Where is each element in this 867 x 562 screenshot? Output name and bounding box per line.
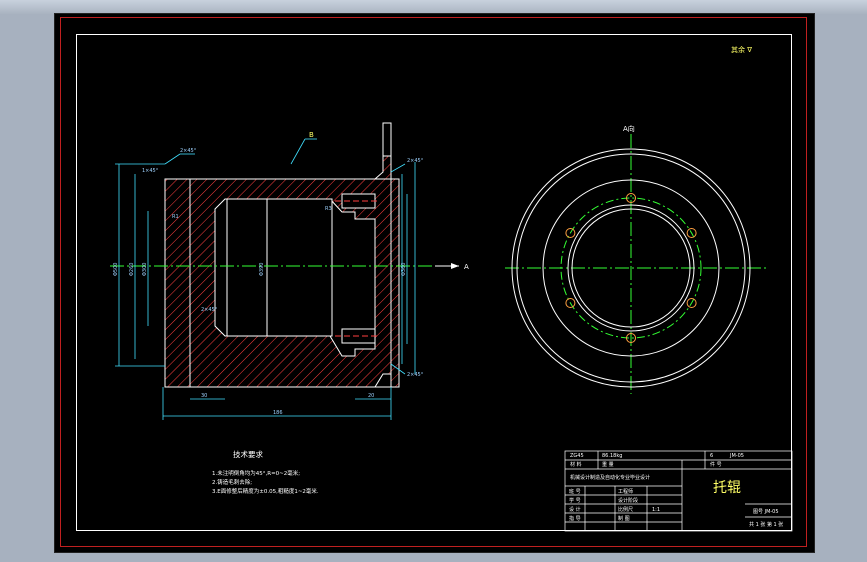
end-view: A向 bbox=[505, 124, 767, 394]
dim-r1: R1 bbox=[172, 214, 179, 220]
dim-chamfer-top: 2×45° bbox=[180, 148, 197, 154]
inner-bore bbox=[226, 198, 333, 337]
tb-row-weight: 重 量 bbox=[602, 461, 614, 468]
tb-count: 6 bbox=[710, 453, 713, 459]
dim-len-a: 30 bbox=[201, 393, 207, 399]
tb-weight: 86.18kg bbox=[602, 453, 622, 459]
tb-val4: 制 图 bbox=[618, 515, 630, 522]
top-toolbar-strip bbox=[0, 0, 867, 14]
cad-drawing: 其余 ∇ 2×45° 1×45° 2×45° 2×45° 2×45° B Φ50… bbox=[110, 45, 793, 532]
tb-drawing-no: JM-05 bbox=[729, 453, 744, 459]
tech-item-3: 3.E面修整后精度为±0.05,粗糙度1~2毫米. bbox=[212, 487, 319, 495]
tb-row-count: 件 号 bbox=[710, 461, 722, 468]
dim-d4: Φ390 bbox=[259, 263, 265, 276]
tech-item-2: 2.铸造毛刺去除; bbox=[212, 478, 252, 486]
dim-chamfer-bottom: 2×45° bbox=[407, 372, 424, 378]
dim-d3: Φ300 bbox=[142, 263, 148, 276]
dim-len-b: 20 bbox=[368, 393, 374, 399]
tb-role1: 班 号 bbox=[569, 488, 581, 495]
section-view: 2×45° 1×45° 2×45° 2×45° 2×45° B Φ500 Φ26… bbox=[110, 122, 469, 420]
tb-material: ZG45 bbox=[570, 453, 584, 459]
corner-roughness-note: 其余 ∇ bbox=[731, 45, 752, 54]
tb-sheet: 共 1 张 第 1 张 bbox=[749, 521, 783, 528]
tb-row-material: 材 料 bbox=[570, 461, 582, 468]
tech-title: 技术要求 bbox=[233, 449, 263, 459]
dim-d1: Φ500 bbox=[113, 263, 119, 276]
dim-r2: R3 bbox=[325, 206, 332, 212]
dim-d5: Φ360 bbox=[401, 263, 407, 276]
tb-val1: 工程师 bbox=[618, 488, 633, 495]
title-block bbox=[564, 450, 793, 532]
section-arrow-label: A bbox=[464, 263, 469, 271]
dim-d2: Φ260 bbox=[129, 263, 135, 276]
tb-role3: 设 计 bbox=[569, 506, 581, 513]
tb-role2: 学 号 bbox=[569, 497, 581, 504]
section-label-b: B bbox=[309, 131, 314, 139]
tb-scale: 1:1 bbox=[652, 507, 660, 513]
dim-chamfer-small: 1×45° bbox=[142, 168, 159, 174]
view-label-a: A向 bbox=[623, 124, 635, 133]
tb-val3: 比例尺 bbox=[618, 506, 633, 513]
tb-val2: 设计阶段 bbox=[618, 497, 638, 504]
dim-total-length: 186 bbox=[273, 410, 283, 416]
tb-project: 机械设计制造及自动化专业毕业设计 bbox=[570, 474, 650, 481]
drawing-viewport[interactable]: 其余 ∇ 2×45° 1×45° 2×45° 2×45° 2×45° B Φ50… bbox=[54, 13, 815, 553]
tb-part-name: 托辊 bbox=[713, 480, 741, 496]
tech-requirements: 技术要求 1.未注明倒角均为45°,R=0~2毫米; 2.铸造毛刺去除; 3.E… bbox=[212, 449, 319, 495]
tb-role4: 指 导 bbox=[569, 515, 581, 522]
tb-code: 图号 JM-05 bbox=[753, 509, 779, 515]
dim-chamfer-mid: 2×45° bbox=[201, 307, 218, 313]
dim-chamfer-right: 2×45° bbox=[407, 158, 424, 164]
tech-item-1: 1.未注明倒角均为45°,R=0~2毫米; bbox=[212, 469, 300, 477]
